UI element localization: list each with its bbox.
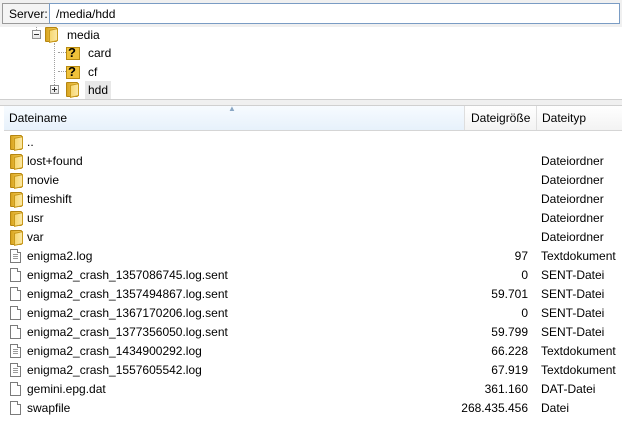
file-icon <box>10 268 21 282</box>
file-name: lost+found <box>27 154 83 168</box>
file-name: enigma2_crash_1557605542.log <box>27 363 202 377</box>
file-type: SENT-Datei <box>541 325 605 339</box>
file-name: swapfile <box>27 401 71 415</box>
file-name: usr <box>27 211 44 225</box>
file-type: Textdokument <box>541 344 616 358</box>
tree-item-label: card <box>88 46 112 60</box>
file-size: 59.799 <box>491 325 528 339</box>
file-name: enigma2_crash_1357494867.log.sent <box>27 287 228 301</box>
folder-icon <box>66 82 79 98</box>
file-icon <box>10 401 21 415</box>
sort-ascending-icon: ▲ <box>228 104 236 113</box>
file-icon <box>10 382 21 396</box>
file-size: 361.160 <box>484 382 528 396</box>
list-item[interactable]: usr Dateiordner <box>0 209 622 228</box>
text-document-icon <box>10 363 21 377</box>
list-item[interactable]: enigma2_crash_1357086745.log.sent 0 SENT… <box>0 266 622 285</box>
file-size: 0 <box>521 268 528 282</box>
file-name: enigma2_crash_1434900292.log <box>27 344 202 358</box>
file-name: enigma2_crash_1357086745.log.sent <box>27 268 228 282</box>
list-item[interactable]: enigma2_crash_1357494867.log.sent 59.701… <box>0 285 622 304</box>
file-type: Dateiordner <box>541 173 604 187</box>
expand-toggle[interactable] <box>50 85 59 94</box>
file-browser-window: Server: media ? card ? cf hdd <box>0 0 622 446</box>
file-size: 0 <box>521 306 528 320</box>
tree-item-label: media <box>67 28 100 42</box>
folder-icon <box>10 135 23 151</box>
list-item[interactable]: var Dateiordner <box>0 228 622 247</box>
list-item[interactable]: enigma2_crash_1434900292.log 66.228 Text… <box>0 342 622 361</box>
list-item[interactable]: .. <box>0 133 622 152</box>
tree-connector <box>58 52 66 53</box>
file-list[interactable]: Dateiname ▲ Dateigröße Dateityp .. lost+… <box>0 104 622 446</box>
file-size: 268.435.456 <box>461 401 528 415</box>
list-item[interactable]: gemini.epg.dat 361.160 DAT-Datei <box>0 380 622 399</box>
file-type: Dateiordner <box>541 211 604 225</box>
file-type: Textdokument <box>541 249 616 263</box>
text-document-icon <box>10 249 21 263</box>
directory-tree[interactable]: media ? card ? cf hdd <box>0 27 622 100</box>
unknown-question-icon: ? <box>66 64 80 80</box>
folder-icon <box>10 211 23 227</box>
file-size: 97 <box>514 249 528 263</box>
file-name: enigma2_crash_1367170206.log.sent <box>27 306 228 320</box>
tree-connector <box>54 43 55 87</box>
tree-item-label: hdd <box>85 81 112 99</box>
file-name: gemini.epg.dat <box>27 382 106 396</box>
server-label: Server: <box>2 3 53 24</box>
file-type: SENT-Datei <box>541 287 605 301</box>
file-type: Dateiordner <box>541 192 604 206</box>
file-icon <box>10 325 21 339</box>
column-header-type[interactable]: Dateityp <box>537 106 622 130</box>
file-type: DAT-Datei <box>541 382 596 396</box>
collapse-toggle[interactable] <box>32 30 41 39</box>
unknown-question-icon: ? <box>66 45 80 61</box>
file-name: timeshift <box>27 192 72 206</box>
file-name: .. <box>27 135 34 149</box>
folder-icon <box>45 27 58 43</box>
file-name: enigma2_crash_1377356050.log.sent <box>27 325 228 339</box>
list-item[interactable]: enigma2_crash_1557605542.log 67.919 Text… <box>0 361 622 380</box>
file-icon <box>10 287 21 301</box>
column-header-label: Dateiname <box>9 111 68 125</box>
list-item[interactable]: timeshift Dateiordner <box>0 190 622 209</box>
column-header-label: Dateityp <box>542 111 587 125</box>
file-type: SENT-Datei <box>541 268 605 282</box>
file-name: movie <box>27 173 60 187</box>
file-name: var <box>27 230 44 244</box>
file-size: 67.919 <box>491 363 528 377</box>
list-item[interactable]: enigma2_crash_1367170206.log.sent 0 SENT… <box>0 304 622 323</box>
path-bar: Server: <box>0 0 622 28</box>
file-type: Dateiordner <box>541 230 604 244</box>
file-size: 59.701 <box>491 287 528 301</box>
tree-item-label: cf <box>88 65 98 79</box>
file-type: Textdokument <box>541 363 616 377</box>
list-item[interactable]: enigma2.log 97 Textdokument <box>0 247 622 266</box>
list-item[interactable]: enigma2_crash_1377356050.log.sent 59.799… <box>0 323 622 342</box>
file-name: enigma2.log <box>27 249 93 263</box>
folder-icon <box>10 192 23 208</box>
list-item[interactable]: lost+found Dateiordner <box>0 152 622 171</box>
folder-icon <box>10 230 23 246</box>
text-document-icon <box>10 344 21 358</box>
file-type: Datei <box>541 401 570 415</box>
file-icon <box>10 306 21 320</box>
list-item[interactable]: movie Dateiordner <box>0 171 622 190</box>
list-item[interactable]: swapfile 268.435.456 Datei <box>0 399 622 418</box>
folder-icon <box>10 173 23 189</box>
tree-connector <box>58 71 66 72</box>
file-type: SENT-Datei <box>541 306 605 320</box>
file-size: 66.228 <box>491 344 528 358</box>
file-type: Dateiordner <box>541 154 604 168</box>
column-header-label: Dateigröße <box>471 111 531 125</box>
column-header-name[interactable]: Dateiname ▲ <box>4 104 465 130</box>
folder-icon <box>10 154 23 170</box>
list-header: Dateiname ▲ Dateigröße Dateityp <box>4 104 622 131</box>
column-header-size[interactable]: Dateigröße <box>465 106 537 130</box>
path-input[interactable] <box>49 3 620 24</box>
